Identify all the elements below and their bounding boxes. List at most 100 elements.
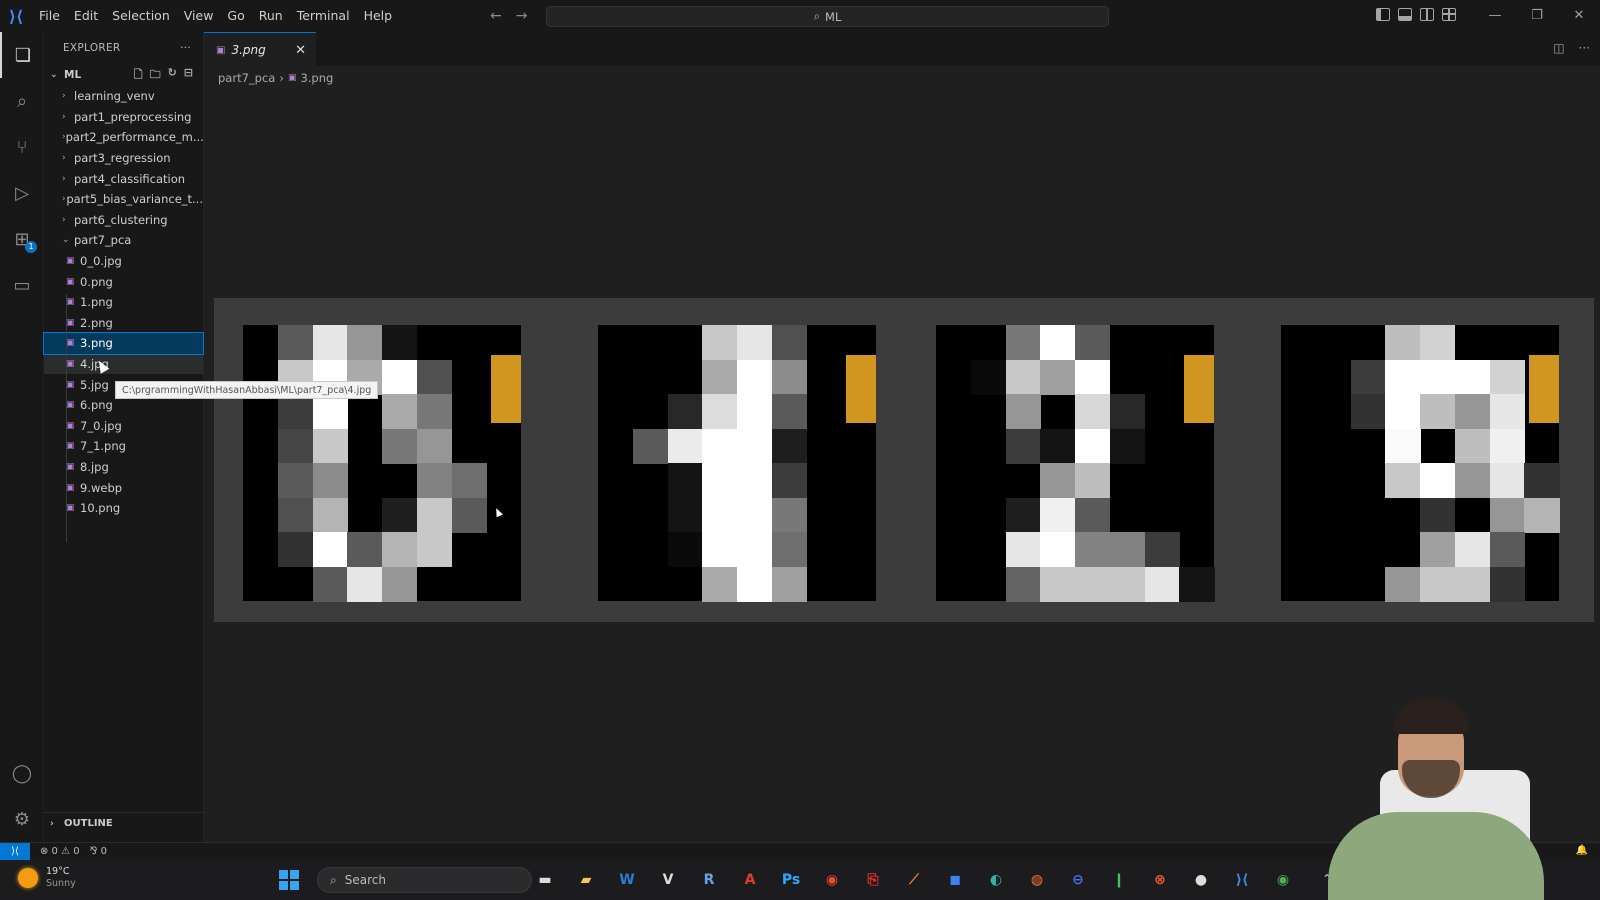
vectorworks-icon[interactable]: V — [653, 866, 683, 894]
teams-icon[interactable]: ◼ — [940, 866, 970, 894]
pixel-cell — [1385, 566, 1421, 602]
problems-indicator[interactable]: ⊗ 0 ⚠ 0 — [40, 846, 80, 857]
file-explorer-icon[interactable]: ▰ — [571, 866, 601, 894]
github-desktop-icon[interactable]: ● — [1186, 866, 1216, 894]
taskbar-search[interactable]: ⌕ Search — [317, 867, 532, 893]
file-item[interactable]: ▣ 7_0.jpg — [44, 416, 203, 437]
file-item[interactable]: ▣ 10.png — [44, 498, 203, 519]
folder-part7[interactable]: ⌄ part7_pca — [44, 230, 203, 251]
extensions-icon[interactable]: ⊞ 1 — [0, 216, 44, 262]
breadcrumb-folder[interactable]: part7_pca — [218, 71, 275, 85]
more-actions-icon[interactable]: ··· — [180, 42, 191, 54]
file-item-hovered[interactable]: ▣ 4.jpg — [44, 353, 203, 375]
menu-go[interactable]: Go — [220, 0, 251, 32]
minimize-icon[interactable]: — — [1474, 0, 1516, 32]
manage-gear-icon[interactable]: ⚙ — [0, 796, 44, 842]
new-file-icon[interactable]: 🗋 — [134, 66, 143, 85]
pdf-reader-icon[interactable]: ⎘ — [858, 866, 888, 894]
close-tab-icon[interactable]: ✕ — [295, 43, 306, 58]
mongodb-icon[interactable]: ❙ — [1104, 866, 1134, 894]
pixel-cell — [1040, 325, 1076, 360]
file-item[interactable]: ▣ 1.png — [44, 292, 203, 313]
windows-start-icon[interactable] — [279, 870, 299, 890]
acrobat-icon[interactable]: A — [735, 866, 765, 894]
menu-terminal[interactable]: Terminal — [290, 0, 357, 32]
explorer-icon[interactable]: ❏ — [0, 32, 44, 78]
command-center-search[interactable]: ⌕ ML — [546, 6, 1109, 27]
run-debug-icon[interactable]: ▷ — [0, 170, 44, 216]
word-icon[interactable]: W — [612, 866, 642, 894]
notifications-bell-icon[interactable]: 🔔 — [1576, 845, 1588, 856]
restore-icon[interactable]: ❐ — [1516, 0, 1558, 32]
edge-icon[interactable]: ◐ — [981, 866, 1011, 894]
back-arrow-icon[interactable]: ← — [490, 0, 502, 32]
file-item-selected[interactable]: ▣ 3.png — [43, 332, 204, 355]
outline-section[interactable]: › OUTLINE — [44, 812, 204, 834]
chat-app-icon[interactable]: ⊖ — [1063, 866, 1093, 894]
sublime-icon[interactable]: ⟋ — [899, 866, 929, 894]
file-label: 2.png — [80, 315, 113, 330]
remote-explorer-icon[interactable]: ▭ — [0, 262, 44, 308]
menu-selection[interactable]: Selection — [105, 0, 177, 32]
folder-part1[interactable]: › part1_preprocessing — [44, 107, 203, 128]
postman-icon[interactable]: ⊗ — [1145, 866, 1175, 894]
chrome-profile-icon[interactable]: ◉ — [1268, 866, 1298, 894]
file-item[interactable]: ▣ 9.webp — [44, 477, 203, 498]
photoshop-icon[interactable]: Ps — [776, 866, 806, 894]
pixel-cell — [1385, 463, 1421, 498]
refresh-icon[interactable]: ↻ — [168, 66, 177, 85]
pixel-cell — [737, 497, 773, 533]
pixel-cell — [771, 566, 807, 602]
file-item[interactable]: ▣ 0_0.jpg — [44, 251, 203, 272]
new-folder-icon[interactable]: 🗀 — [150, 66, 161, 85]
pixel-cell — [1524, 497, 1560, 533]
weather-widget[interactable]: 19°C Sunny — [18, 866, 76, 890]
title-bar: ⟩⟨ File Edit Selection View Go Run Termi… — [0, 0, 1600, 32]
r-language-icon[interactable]: R — [694, 866, 724, 894]
menu-file[interactable]: File — [32, 0, 67, 32]
more-actions-icon[interactable]: ··· — [1579, 41, 1590, 55]
ports-indicator[interactable]: ⅋ 0 — [90, 846, 107, 857]
toggle-primary-sidebar-icon[interactable] — [1376, 8, 1390, 21]
menu-view[interactable]: View — [177, 0, 221, 32]
folder-part3[interactable]: › part3_regression — [44, 148, 203, 169]
file-item[interactable]: ▣ 8.jpg — [44, 457, 203, 478]
folder-part2[interactable]: › part2_performance_m... — [44, 127, 203, 148]
search-view-icon[interactable]: ⌕ — [0, 78, 44, 124]
split-editor-icon[interactable]: ◫ — [1553, 41, 1564, 55]
toggle-secondary-sidebar-icon[interactable] — [1420, 8, 1434, 21]
menu-edit[interactable]: Edit — [67, 0, 105, 32]
folder-part5[interactable]: › part5_bias_variance_t... — [44, 189, 203, 210]
chrome-icon[interactable]: ◉ — [817, 866, 847, 894]
pixel-cell — [416, 428, 452, 464]
folder-learning-venv[interactable]: › learning_venv — [44, 86, 203, 107]
source-control-icon[interactable]: ⑂ — [0, 124, 44, 170]
taskbar-search-placeholder: Search — [344, 873, 386, 887]
pixel-cell — [667, 394, 703, 429]
forward-arrow-icon[interactable]: → — [516, 0, 528, 32]
toggle-panel-icon[interactable] — [1398, 8, 1412, 21]
customize-layout-icon[interactable] — [1442, 8, 1456, 21]
menu-run[interactable]: Run — [252, 0, 290, 32]
file-item[interactable]: ▣ 0.png — [44, 271, 203, 292]
menu-help[interactable]: Help — [357, 0, 400, 32]
pixel-cell — [277, 497, 313, 533]
collapse-all-icon[interactable]: ⊟ — [184, 66, 193, 85]
breadcrumb-file[interactable]: 3.png — [300, 71, 333, 85]
remote-indicator-icon[interactable]: ⟩⟨ — [0, 842, 30, 861]
tab-3-png[interactable]: ▣ 3.png ✕ — [204, 32, 316, 67]
folder-part4[interactable]: › part4_classification — [44, 168, 203, 189]
file-item[interactable]: ▣ 2.png — [44, 313, 203, 334]
pixel-cell — [1524, 463, 1560, 498]
close-window-icon[interactable]: ✕ — [1558, 0, 1600, 32]
workspace-folder[interactable]: ⌄ ML 🗋 🗀 ↻ ⊟ — [44, 64, 203, 86]
file-item[interactable]: ▣ 7_1.png — [44, 436, 203, 457]
firefox-icon[interactable]: ◍ — [1022, 866, 1052, 894]
presenter-hair — [1394, 700, 1468, 734]
pixel-cell — [771, 497, 807, 533]
pixel-cell — [1144, 566, 1180, 602]
accounts-icon[interactable]: ◯ — [0, 750, 44, 796]
folder-part6[interactable]: › part6_clustering — [44, 210, 203, 231]
vscode-taskbar-icon[interactable]: ⟩⟨ — [1227, 866, 1257, 894]
task-view-icon[interactable]: ▬ — [530, 866, 560, 894]
